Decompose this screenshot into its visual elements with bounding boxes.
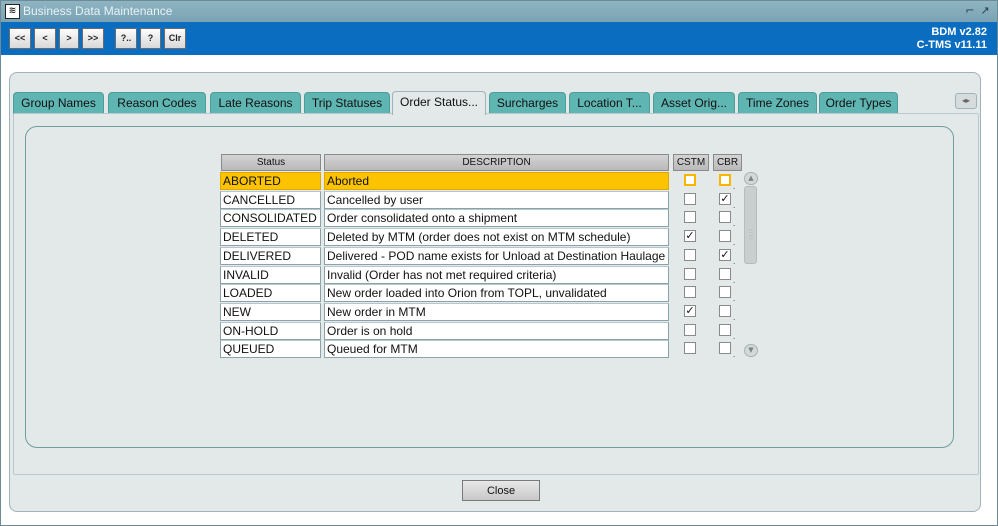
cbr-checkbox[interactable] [719, 305, 731, 317]
status-cell[interactable]: LOADED [220, 284, 321, 302]
minimize-icon[interactable]: ⌐ [963, 3, 977, 19]
cbr-checkbox[interactable] [719, 174, 731, 186]
table-row[interactable]: ON-HOLD Order is on hold. [220, 322, 740, 341]
status-cell[interactable]: DELIVERED [220, 247, 321, 265]
close-button[interactable]: Close [462, 480, 540, 501]
tab-late-reasons[interactable]: Late Reasons [210, 92, 301, 114]
next-record-button[interactable]: > [59, 28, 79, 49]
toolbar: << < > >> ?.. ? Clr BDM v2.82 C-TMS v11.… [1, 22, 997, 55]
table-row[interactable]: QUEUED Queued for MTM. [220, 340, 740, 359]
cstm-checkbox[interactable] [684, 211, 696, 223]
status-cell[interactable]: INVALID [220, 266, 321, 284]
tab-location-types[interactable]: Location T... [569, 92, 650, 114]
description-cell[interactable]: Queued for MTM [324, 340, 669, 358]
scroll-down-icon[interactable]: ▼ [744, 344, 758, 357]
status-cell[interactable]: DELETED [220, 228, 321, 246]
execute-query-button[interactable]: ? [140, 28, 161, 49]
row-marker: . [733, 238, 736, 247]
scroll-grip-icon: :::: [749, 228, 753, 241]
tab-time-zones[interactable]: Time Zones [738, 92, 817, 114]
description-cell[interactable]: Delivered - POD name exists for Unload a… [324, 247, 669, 265]
description-cell[interactable]: Aborted [324, 172, 669, 190]
cstm-checkbox[interactable] [684, 193, 696, 205]
row-marker: . [733, 182, 736, 191]
column-header-cstm[interactable]: CSTM [673, 154, 709, 171]
row-marker: . [733, 294, 736, 303]
cstm-checkbox[interactable]: ✓ [684, 305, 696, 317]
tab-asset-origins[interactable]: Asset Orig... [653, 92, 735, 114]
tab-surcharges[interactable]: Surcharges [489, 92, 566, 114]
row-marker: . [733, 257, 736, 266]
bdm-window: ≋ Business Data Maintenance ⌐ ↗ << < > >… [0, 0, 998, 526]
cbr-checkbox[interactable] [719, 268, 731, 280]
last-record-button[interactable]: >> [82, 28, 104, 49]
row-marker: . [733, 219, 736, 228]
cbr-checkbox[interactable] [719, 342, 731, 354]
tab-reason-codes[interactable]: Reason Codes [108, 92, 206, 114]
cstm-checkbox[interactable]: ✓ [684, 230, 696, 242]
cbr-checkbox[interactable] [719, 230, 731, 242]
table-row[interactable]: CANCELLED Cancelled by user ✓. [220, 191, 740, 210]
bdm-app-icon: ≋ [5, 4, 20, 19]
table-row[interactable]: CONSOLIDATED Order consolidated onto a sh… [220, 209, 740, 228]
cbr-checkbox[interactable]: ✓ [719, 193, 731, 205]
cstm-checkbox[interactable] [684, 324, 696, 336]
tab-trip-statuses[interactable]: Trip Statuses [304, 92, 390, 114]
cstm-checkbox[interactable] [684, 249, 696, 261]
clear-button[interactable]: Clr [164, 28, 186, 49]
status-cell[interactable]: ON-HOLD [220, 322, 321, 340]
row-marker: . [733, 313, 736, 322]
column-header-status[interactable]: Status [221, 154, 321, 171]
cbr-checkbox[interactable] [719, 324, 731, 336]
status-cell[interactable]: CANCELLED [220, 191, 321, 209]
version-info: BDM v2.82 C-TMS v11.11 [917, 26, 987, 52]
cbr-checkbox[interactable] [719, 211, 731, 223]
cbr-checkbox[interactable]: ✓ [719, 249, 731, 261]
tab-order-types[interactable]: Order Types [819, 92, 898, 114]
title-bar: ≋ Business Data Maintenance ⌐ ↗ [1, 1, 997, 22]
description-cell[interactable]: Deleted by MTM (order does not exist on … [324, 228, 669, 246]
cstm-checkbox[interactable] [684, 174, 696, 186]
table-row[interactable]: NEW New order in MTM ✓. [220, 303, 740, 322]
scroll-thumb[interactable]: :::: [744, 186, 757, 264]
description-cell[interactable]: Invalid (Order has not met required crit… [324, 266, 669, 284]
table-row[interactable]: LOADED New order loaded into Orion from T… [220, 284, 740, 303]
status-cell[interactable]: CONSOLIDATED [220, 209, 321, 227]
column-header-cbr[interactable]: CBR [713, 154, 742, 171]
bdm-version: BDM v2.82 [931, 26, 987, 38]
cstm-checkbox[interactable] [684, 342, 696, 354]
status-cell[interactable]: QUEUED [220, 340, 321, 358]
ctms-version: C-TMS v11.11 [916, 39, 987, 51]
cbr-checkbox[interactable] [719, 286, 731, 298]
table-row[interactable]: INVALID Invalid (Order has not met requir… [220, 266, 740, 285]
enter-query-button[interactable]: ?.. [115, 28, 137, 49]
tab-order-status[interactable]: Order Status... [392, 91, 486, 115]
table-row[interactable]: DELIVERED Delivered - POD name exists for… [220, 247, 740, 266]
previous-record-button[interactable]: < [34, 28, 56, 49]
tab-group-names[interactable]: Group Names [13, 92, 104, 114]
description-cell[interactable]: Order is on hold [324, 322, 669, 340]
status-cell[interactable]: NEW [220, 303, 321, 321]
row-marker: . [733, 350, 736, 359]
scroll-up-icon[interactable]: ▲ [744, 172, 758, 185]
window-title: Business Data Maintenance [23, 4, 173, 18]
table-scrollbar[interactable]: ▲ :::: ▼ [743, 172, 758, 358]
maximize-icon[interactable]: ↗ [978, 3, 992, 19]
first-record-button[interactable]: << [9, 28, 31, 49]
description-cell[interactable]: Order consolidated onto a shipment [324, 209, 669, 227]
description-cell[interactable]: Cancelled by user [324, 191, 669, 209]
table-row[interactable]: ABORTED Aborted. [220, 172, 740, 191]
description-cell[interactable]: New order loaded into Orion from TOPL, u… [324, 284, 669, 302]
cstm-checkbox[interactable] [684, 268, 696, 280]
column-header-description[interactable]: DESCRIPTION [324, 154, 669, 171]
status-cell[interactable]: ABORTED [220, 172, 321, 190]
description-cell[interactable]: New order in MTM [324, 303, 669, 321]
table-row[interactable]: DELETED Deleted by MTM (order does not ex… [220, 228, 740, 247]
cstm-checkbox[interactable] [684, 286, 696, 298]
tab-scroll-icon[interactable]: ◂▸ [955, 93, 977, 109]
